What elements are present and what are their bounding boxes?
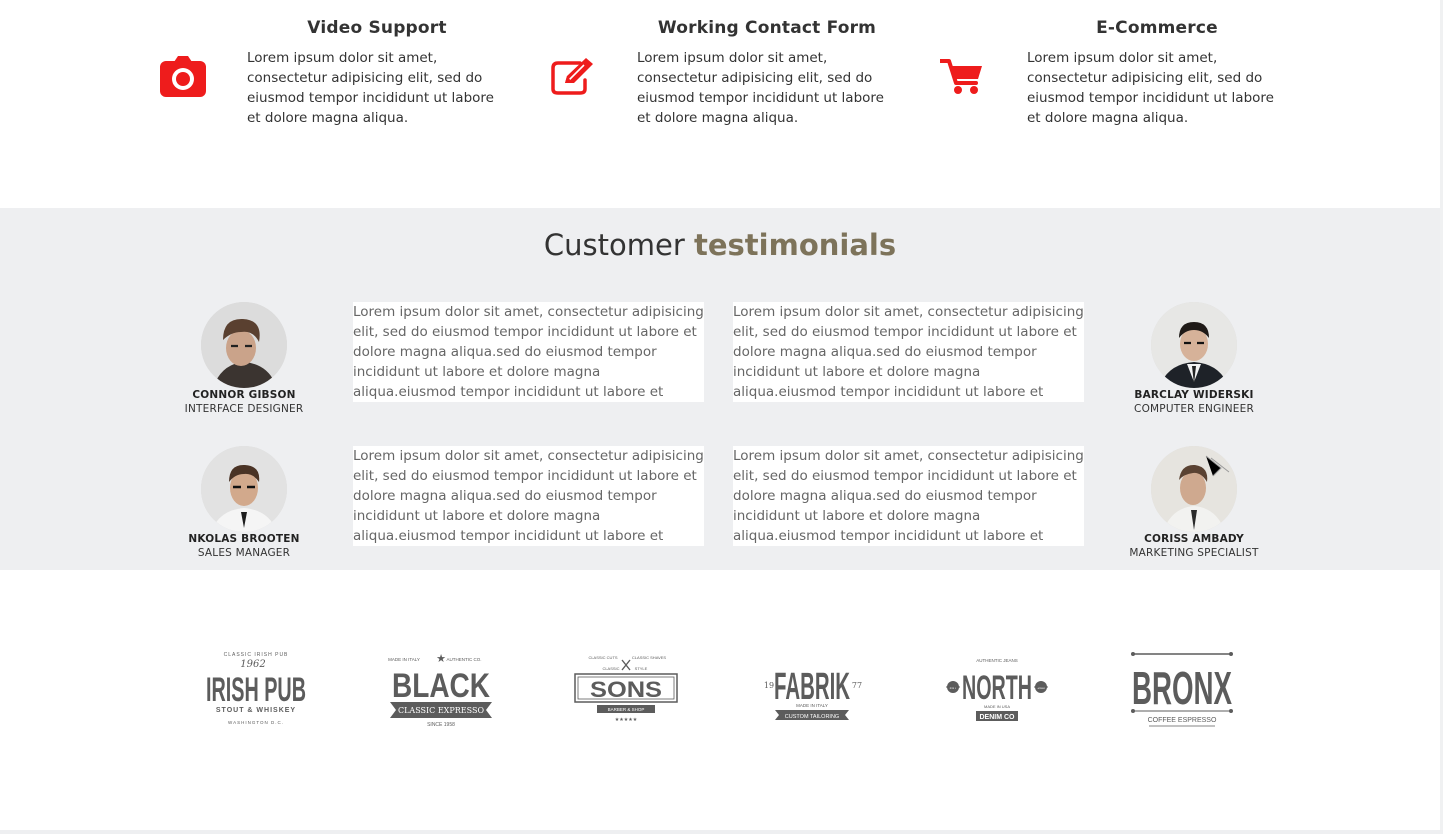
svg-text:MADE IN ITALY: MADE IN ITALY: [796, 703, 828, 708]
svg-text:COFFEE ESPRESSO: COFFEE ESPRESSO: [1148, 717, 1217, 724]
svg-text:BARBER & SHOP: BARBER & SHOP: [608, 707, 645, 712]
camera-icon: [160, 56, 210, 102]
svg-text:CUSTOM TAILORING: CUSTOM TAILORING: [785, 714, 839, 720]
logo-bronx[interactable]: BRONX COFFEE ESPRESSO: [1127, 648, 1237, 730]
avatar-coriss-ambady: [1151, 446, 1237, 532]
svg-text:★: ★: [436, 652, 446, 665]
avatar-connor-gibson: [201, 302, 287, 388]
svg-text:IRISH PUB: IRISH PUB: [206, 671, 306, 709]
svg-text:CLASSIC CUTS: CLASSIC CUTS: [588, 655, 617, 660]
feature-ecommerce: E-Commerce Lorem ipsum dolor sit amet, c…: [938, 18, 1300, 148]
logo-sons[interactable]: CLASSIC CUTS CLASSIC SHAVES CLASSIC STYL…: [571, 648, 681, 730]
features-section: Video Support Lorem ipsum dolor sit amet…: [0, 0, 1440, 208]
heading-accent: testimonials: [694, 228, 897, 262]
svg-text:CLASSIC EXPRESSO: CLASSIC EXPRESSO: [398, 706, 484, 715]
person-name: CORISS AMBADY: [1144, 533, 1244, 545]
logo-fabrik[interactable]: 19 77 FABRIK MADE IN ITALY CUSTOM TAILOR…: [757, 648, 867, 730]
svg-text:NORTH: NORTH: [962, 669, 1032, 707]
feature-text: Lorem ipsum dolor sit amet, consectetur …: [1027, 50, 1274, 126]
svg-text:SINCE 1958: SINCE 1958: [427, 722, 455, 728]
avatar-barclay-widerski: [1151, 302, 1237, 388]
svg-text:77: 77: [852, 681, 862, 690]
svg-text:CLASSIC IRISH PUB: CLASSIC IRISH PUB: [224, 652, 289, 658]
svg-text:MADE IN USA: MADE IN USA: [984, 704, 1010, 709]
testimonial-quote: Lorem ipsum dolor sit amet, consectetur …: [733, 446, 1084, 546]
person-role: INTERFACE DESIGNER: [184, 403, 304, 415]
person-name: NKOLAS BROOTEN: [188, 533, 300, 545]
bottom-divider: [0, 830, 1443, 834]
svg-text:WASHINGTON D.C.: WASHINGTON D.C.: [228, 720, 284, 725]
testimonials-heading: Customer testimonials: [0, 228, 1440, 262]
client-logos-section: CLASSIC IRISH PUB 1962 IRISH PUB STOUT &…: [0, 570, 1440, 834]
logo-north[interactable]: AUTHENTIC JEANS EST 1960 NORTH MADE IN U…: [942, 648, 1052, 730]
svg-text:★★★★★: ★★★★★: [615, 717, 638, 723]
svg-text:AUTHENTIC CO.: AUTHENTIC CO.: [446, 657, 481, 662]
avatar-nkolas-brooten: [201, 446, 287, 532]
svg-text:CLASSIC: CLASSIC: [602, 666, 619, 671]
svg-text:CLASSIC SHAVES: CLASSIC SHAVES: [632, 655, 666, 660]
svg-text:BRONX: BRONX: [1132, 662, 1232, 714]
svg-text:DENIM CO: DENIM CO: [980, 714, 1016, 721]
testimonial-quote: Lorem ipsum dolor sit amet, consectetur …: [353, 302, 704, 402]
testimonials-section: Customer testimonials CONNOR GIBSON INTE…: [0, 208, 1440, 570]
feature-text: Lorem ipsum dolor sit amet, consectetur …: [247, 50, 494, 126]
feature-text: Lorem ipsum dolor sit amet, consectetur …: [637, 50, 884, 126]
person-role: SALES MANAGER: [197, 547, 291, 559]
testimonial-quote: Lorem ipsum dolor sit amet, consectetur …: [353, 446, 704, 546]
shopping-cart-icon: [938, 56, 990, 102]
svg-text:BLACK: BLACK: [392, 667, 490, 705]
svg-text:STYLE: STYLE: [635, 666, 648, 671]
svg-text:SONS: SONS: [590, 677, 662, 702]
feature-title: E-Commerce: [1096, 18, 1218, 38]
logo-black[interactable]: MADE IN ITALY ★ AUTHENTIC CO. BLACK CLAS…: [386, 648, 496, 730]
feature-video-support: Video Support Lorem ipsum dolor sit amet…: [160, 18, 520, 148]
heading-main: Customer: [543, 228, 685, 262]
person-name: BARCLAY WIDERSKI: [1134, 389, 1254, 401]
testimonial-quote: Lorem ipsum dolor sit amet, consectetur …: [733, 302, 1084, 402]
edit-icon: [550, 56, 600, 102]
feature-title: Working Contact Form: [657, 18, 877, 38]
svg-text:AUTHENTIC JEANS: AUTHENTIC JEANS: [976, 658, 1018, 663]
svg-text:FABRIK: FABRIK: [774, 666, 850, 708]
person-role: MARKETING SPECIALIST: [1129, 547, 1259, 559]
person-name: CONNOR GIBSON: [192, 389, 296, 401]
svg-text:1962: 1962: [240, 659, 265, 670]
feature-title: Video Support: [307, 18, 447, 38]
svg-text:19: 19: [764, 681, 774, 690]
svg-text:MADE IN ITALY: MADE IN ITALY: [388, 657, 420, 662]
feature-contact-form: Working Contact Form Lorem ipsum dolor s…: [550, 18, 910, 148]
svg-text:STOUT & WHISKEY: STOUT & WHISKEY: [216, 707, 296, 714]
person-role: COMPUTER ENGINEER: [1134, 403, 1254, 415]
logo-irish-pub[interactable]: CLASSIC IRISH PUB 1962 IRISH PUB STOUT &…: [201, 648, 311, 730]
